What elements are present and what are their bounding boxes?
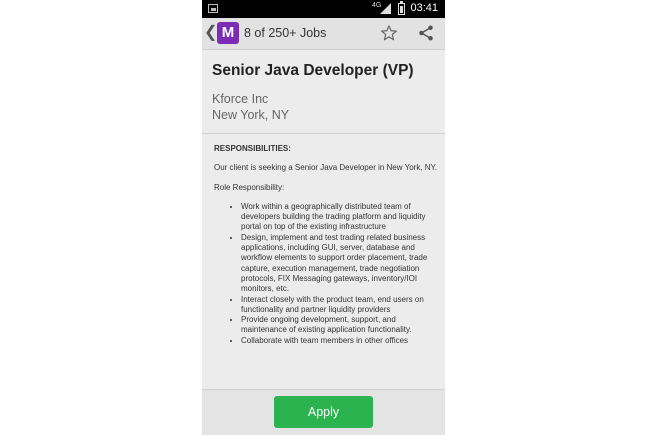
intro-paragraph: Our client is seeking a Senior Java Deve… <box>214 163 438 173</box>
image-notification-icon <box>208 4 218 13</box>
responsibilities-heading: RESPONSIBILITIES: <box>214 144 291 153</box>
status-bar: 4G 03:41 <box>202 0 445 18</box>
responsibility-list: Work within a geographically distributed… <box>214 202 438 346</box>
company-name: Kforce Inc <box>212 92 269 106</box>
action-bar: ❮ M 8 of 250+ Jobs <box>202 18 445 50</box>
battery-icon <box>398 1 405 15</box>
job-title: Senior Java Developer (VP) <box>212 62 414 79</box>
share-icon[interactable] <box>417 24 435 42</box>
apply-button[interactable]: Apply <box>274 396 373 428</box>
back-chevron-icon[interactable]: ❮ <box>204 25 217 41</box>
bottom-bar: Apply <box>202 389 445 435</box>
phone-screen: 4G 03:41 ❮ M 8 of 250+ Jobs Senior Java … <box>202 0 445 435</box>
list-item: Interact closely with the product team, … <box>241 295 438 316</box>
header-divider <box>202 133 445 134</box>
app-logo-icon[interactable]: M <box>217 22 239 44</box>
status-time: 03:41 <box>410 2 438 14</box>
list-item: Collaborate with team members in other o… <box>241 336 438 346</box>
list-item: Provide ongoing development, support, an… <box>241 315 438 336</box>
job-description: RESPONSIBILITIES: Our client is seeking … <box>214 144 438 346</box>
list-item: Design, implement and test trading relat… <box>241 233 438 295</box>
list-item: Work within a geographically distributed… <box>241 202 438 233</box>
job-counter-title: 8 of 250+ Jobs <box>244 26 327 40</box>
job-location: New York, NY <box>212 108 290 122</box>
star-icon[interactable] <box>380 24 398 42</box>
role-label: Role Responsibility: <box>214 182 285 192</box>
signal-icon <box>380 3 391 14</box>
